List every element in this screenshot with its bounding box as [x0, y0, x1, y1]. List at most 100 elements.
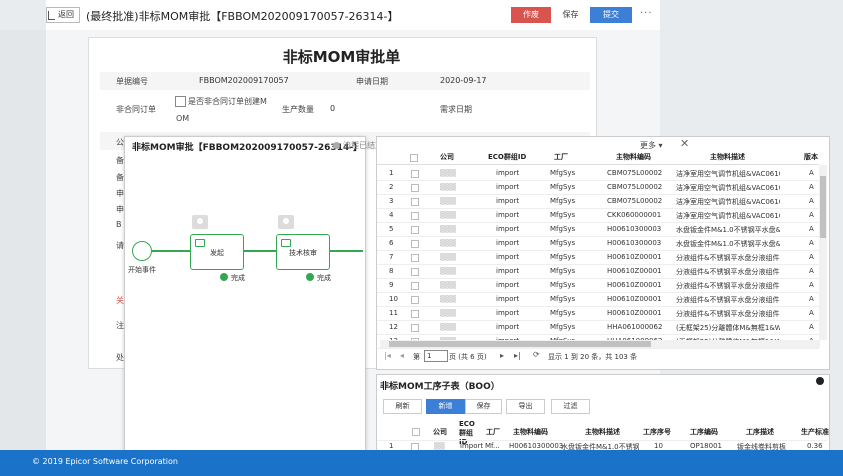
- row-checkbox[interactable]: [411, 226, 419, 234]
- version-cell: A: [809, 281, 814, 289]
- pager-summary: 显示 1 到 20 条，共 103 条: [548, 353, 638, 361]
- boo-col-opdesc[interactable]: 工序描述: [746, 427, 774, 437]
- left-label-7: 请: [116, 241, 124, 250]
- header-divider: [377, 164, 819, 165]
- left-label-4: 申: [116, 189, 124, 198]
- contract-checkbox[interactable]: [175, 96, 186, 107]
- boo-col-std[interactable]: 生产标准: [801, 427, 829, 437]
- next-page-icon[interactable]: ▸: [500, 351, 504, 360]
- version-cell: A: [809, 253, 814, 261]
- more-icon[interactable]: ···: [640, 8, 653, 19]
- save-button[interactable]: 保存: [553, 7, 588, 23]
- plant-cell: Mf...: [485, 442, 500, 450]
- close-icon[interactable]: ✕: [680, 137, 689, 150]
- std-cell: 0.36: [807, 442, 823, 450]
- vertical-scroll-thumb[interactable]: [820, 176, 826, 238]
- version-cell: A: [809, 309, 814, 317]
- plant-cell: MfgSys: [550, 281, 576, 289]
- page-input[interactable]: 1: [424, 350, 448, 362]
- code-cell: H00610300003: [607, 239, 662, 247]
- boo-col-desc[interactable]: 主物料描述: [585, 427, 620, 437]
- boo-col-seq[interactable]: 工序序号: [643, 427, 671, 437]
- boo-col-company[interactable]: 公司: [433, 427, 447, 437]
- company-cell-redacted: ▒▒▒: [440, 169, 457, 177]
- row-number: 9: [389, 281, 394, 289]
- horizontal-scroll-thumb[interactable]: [389, 341, 651, 347]
- more-dropdown[interactable]: 更多 ▾: [640, 140, 663, 151]
- back-button[interactable]: 返回: [46, 7, 80, 23]
- row-number: 4: [389, 211, 394, 219]
- row-checkbox[interactable]: [411, 324, 419, 332]
- void-button[interactable]: 作废: [511, 7, 551, 23]
- code-cell: H00610300003: [509, 442, 564, 450]
- select-all-checkbox[interactable]: [410, 154, 418, 162]
- version-cell: A: [809, 239, 814, 247]
- row-checkbox[interactable]: [411, 170, 419, 178]
- start-event-node[interactable]: [132, 241, 152, 261]
- row-checkbox[interactable]: [411, 310, 419, 318]
- boo-col-plant[interactable]: 工厂: [486, 427, 500, 437]
- row-checkbox[interactable]: [411, 184, 419, 192]
- code-cell: H00610300003: [607, 225, 662, 233]
- col-header-code[interactable]: 主物料编码: [616, 152, 651, 164]
- eco-cell: import: [496, 183, 520, 191]
- collapse-icon[interactable]: [816, 377, 824, 385]
- col-header-eco[interactable]: ECO群组ID: [488, 152, 526, 164]
- first-page-icon[interactable]: |◂: [384, 351, 391, 360]
- eco-cell: import: [496, 169, 520, 177]
- company-cell-redacted: ▒▒▒: [440, 225, 457, 233]
- row-number: 1: [389, 442, 394, 450]
- row-checkbox[interactable]: [411, 296, 419, 304]
- company-cell-redacted: ▒▒▒: [440, 267, 457, 275]
- eco-cell: import: [496, 281, 520, 289]
- row-checkbox[interactable]: [411, 240, 419, 248]
- version-cell: A: [809, 295, 814, 303]
- prev-page-icon[interactable]: ◂: [400, 351, 404, 360]
- filter-button[interactable]: 过滤: [551, 399, 590, 414]
- last-page-icon[interactable]: ▸|: [514, 351, 521, 360]
- add-button[interactable]: 新增: [426, 399, 465, 414]
- company-cell-redacted: ▒▒▒: [440, 281, 457, 289]
- boo-save-button[interactable]: 保存: [465, 399, 502, 414]
- desc-cell: 分液组件&不锈钢平水盘分液组件&...: [676, 296, 780, 304]
- row-checkbox[interactable]: [411, 282, 419, 290]
- boo-col-code[interactable]: 主物料编码: [513, 427, 548, 437]
- col-header-desc[interactable]: 主物料描述: [710, 152, 745, 164]
- done-icon: [306, 273, 314, 281]
- row-checkbox[interactable]: [411, 198, 419, 206]
- boo-select-all-checkbox[interactable]: [412, 428, 420, 436]
- row-number: 5: [389, 225, 394, 233]
- row-number: 1: [389, 169, 394, 177]
- company-cell-redacted: ▒▒▒: [440, 211, 457, 219]
- row-number: 7: [389, 253, 394, 261]
- contract-check-text2: OM: [176, 114, 190, 123]
- left-label-3: 备: [116, 173, 124, 182]
- row-number: 3: [389, 197, 394, 205]
- submit-button[interactable]: 提交: [590, 7, 632, 23]
- workflow-title: 非标MOM审批【FBBOM202009170057-26314-】: [132, 143, 362, 153]
- desc-cell: 分液组件&不锈钢平水盘分液组件&...: [676, 310, 780, 318]
- code-cell: CBM075L00002: [607, 183, 663, 191]
- col-header-plant[interactable]: 工厂: [554, 152, 568, 164]
- row-number: 10: [389, 295, 398, 303]
- refresh-button[interactable]: 刷新: [383, 399, 422, 414]
- row-checkbox[interactable]: [411, 268, 419, 276]
- col-header-version[interactable]: 版本: [804, 152, 818, 164]
- col-header-company[interactable]: 公司: [440, 152, 454, 164]
- code-cell: HHA061000062: [607, 323, 663, 331]
- task-icon: [281, 239, 291, 247]
- company-cell-redacted: ▒▒: [434, 442, 445, 450]
- boo-col-op[interactable]: 工序编码: [690, 427, 718, 437]
- row-checkbox[interactable]: [411, 212, 419, 220]
- contract-check-text: 是否非合同订单创建M: [188, 97, 267, 106]
- desc-cell: (无框架25)分離體体M&無框1&WT...: [676, 324, 780, 332]
- boo-title: 非标MOM工序子表（BOO）: [380, 382, 500, 392]
- desc-cell: 洁净室用空气调节机组&VAC0610...: [676, 198, 780, 206]
- left-background: [0, 30, 46, 450]
- refresh-icon[interactable]: ⟳: [533, 350, 540, 359]
- flow-edge: [244, 250, 276, 252]
- export-button[interactable]: 导出: [506, 399, 545, 414]
- apply-date-label: 申请日期: [356, 77, 388, 86]
- company-cell-redacted: ▒▒▒: [440, 295, 457, 303]
- row-checkbox[interactable]: [411, 254, 419, 262]
